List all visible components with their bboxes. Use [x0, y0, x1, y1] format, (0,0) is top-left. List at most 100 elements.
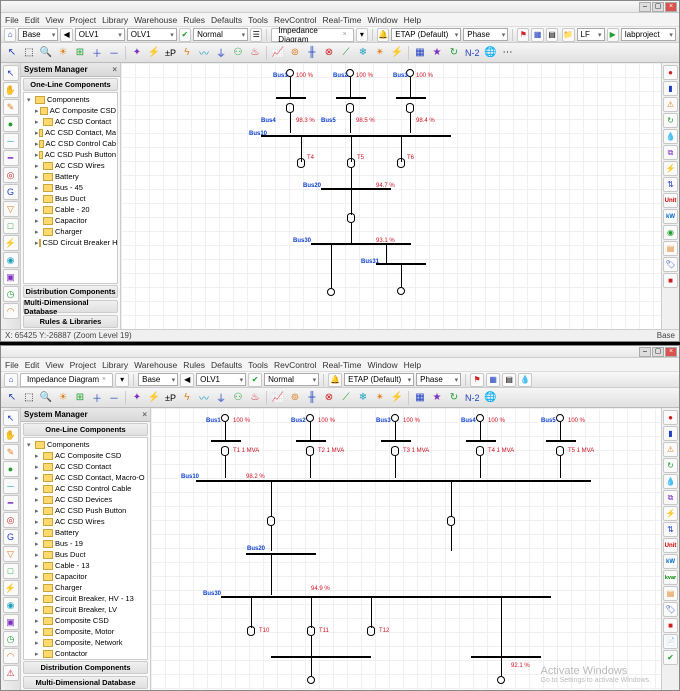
folder-icon[interactable]: 📁 — [562, 28, 574, 42]
tree-item[interactable]: Contactor — [55, 649, 88, 658]
normal-combo[interactable]: Normal — [264, 373, 319, 386]
bus[interactable] — [546, 440, 576, 442]
capacitor-icon[interactable]: ╫ — [304, 390, 320, 406]
main-bus[interactable] — [261, 135, 451, 137]
rb-sync-icon[interactable]: ↻ — [663, 458, 678, 473]
transformer[interactable] — [406, 103, 414, 113]
bus[interactable] — [466, 440, 496, 442]
bus[interactable] — [336, 97, 366, 99]
section-distribution[interactable]: Distribution Components — [23, 661, 148, 674]
base-combo[interactable]: Base — [18, 28, 58, 41]
lf-combo[interactable]: LF — [577, 28, 605, 41]
rb-tag-icon[interactable]: 🏷 — [663, 602, 678, 617]
rb-drop-icon[interactable]: 💧 — [663, 474, 678, 489]
section-rules[interactable]: Rules & Libraries — [23, 315, 118, 328]
load-node[interactable] — [497, 676, 505, 684]
rb-bolt-icon[interactable]: ⚡ — [663, 161, 678, 176]
surge-icon[interactable]: ⚡ — [389, 390, 405, 406]
transformer[interactable] — [476, 446, 484, 456]
rb-filter-icon[interactable]: ⧉ — [663, 490, 678, 505]
gen-node[interactable] — [391, 414, 399, 422]
menu-view[interactable]: View — [45, 15, 63, 25]
compass-icon[interactable]: ✦ — [129, 45, 145, 61]
sb-meter-icon[interactable]: ◉ — [3, 597, 19, 613]
compass-icon[interactable]: ✦ — [129, 390, 145, 406]
zoom-area-icon[interactable]: ⬚ — [21, 45, 37, 61]
menu-tools[interactable]: Tools — [248, 360, 268, 370]
wave-icon[interactable]: 〰 — [196, 45, 212, 61]
component-tree-top[interactable]: ▾Components ▸AC Composite CSD ▸AC CSD Co… — [23, 92, 118, 284]
section-one-line[interactable]: One-Line Components — [23, 423, 148, 436]
menu-file[interactable]: File — [5, 15, 19, 25]
fire-icon[interactable]: ♨ — [247, 45, 263, 61]
sb-draw-icon[interactable]: ✎ — [3, 444, 19, 460]
sun-icon[interactable]: ☀ — [55, 45, 71, 61]
rb-sync-icon[interactable]: ↻ — [663, 113, 678, 128]
menu-defaults[interactable]: Defaults — [211, 360, 242, 370]
snowflake-icon[interactable]: ❄ — [355, 390, 371, 406]
rb-flow-icon[interactable]: ⇅ — [663, 522, 678, 537]
menu-rules[interactable]: Rules — [183, 15, 205, 25]
transformer[interactable] — [307, 626, 315, 636]
cursor-icon[interactable]: ↖ — [4, 45, 20, 61]
transformer[interactable] — [397, 158, 405, 168]
alert-icon[interactable]: ⚑ — [470, 373, 484, 387]
layout-icon[interactable]: ▦ — [531, 28, 543, 42]
grid-icon[interactable]: ▦ — [412, 390, 428, 406]
rb-ok-icon[interactable]: ✔ — [663, 650, 678, 665]
sb-xfmr-icon[interactable]: ◎ — [3, 512, 19, 528]
menu-library[interactable]: Library — [102, 360, 128, 370]
phase-combo[interactable]: Phase — [416, 373, 461, 386]
sb-clock-icon[interactable]: ◷ — [3, 631, 19, 647]
tree-item[interactable]: AC CSD Contact, Ma — [45, 128, 116, 137]
section-distribution[interactable]: Distribution Components — [23, 285, 118, 298]
olv-combo-b[interactable]: OLV1 — [127, 28, 177, 41]
tree-icon[interactable]: ⊞ — [72, 45, 88, 61]
nav-back-icon[interactable]: ◀ — [180, 373, 194, 387]
tree-item[interactable]: AC CSD Control Cable — [55, 484, 131, 493]
sb-xfmr-icon[interactable]: ◎ — [3, 167, 19, 183]
rb-record-icon[interactable]: ● — [663, 410, 678, 425]
check-icon[interactable]: ✔ — [179, 28, 191, 42]
zoom-in-icon[interactable]: ＋ — [89, 45, 105, 61]
etap-default-combo[interactable]: ETAP (Default) — [391, 28, 461, 41]
sb-gen-icon[interactable]: G — [3, 529, 19, 545]
rb-meter2-icon[interactable]: ◉ — [663, 225, 678, 240]
tree-item[interactable]: AC CSD Devices — [55, 495, 112, 504]
bell-icon[interactable]: 🔔 — [328, 373, 342, 387]
transformer[interactable] — [221, 446, 229, 456]
tree-item[interactable]: AC Composite CSD — [55, 451, 121, 460]
load-node[interactable] — [327, 288, 335, 296]
zoom-out-icon[interactable]: － — [106, 390, 122, 406]
sb-bus-icon[interactable]: ━ — [3, 495, 19, 511]
tree-item[interactable]: Composite, Motor — [55, 627, 114, 636]
plug-icon[interactable]: ⚇ — [230, 45, 246, 61]
fire-icon[interactable]: ♨ — [247, 390, 263, 406]
rb-unit-label[interactable]: Unit — [663, 538, 678, 553]
sb-node-icon[interactable]: ● — [3, 461, 19, 477]
section-one-line[interactable]: One-Line Components — [23, 78, 118, 91]
tree-item[interactable]: AC CSD Contact — [55, 462, 111, 471]
star-icon[interactable]: ★ — [429, 45, 445, 61]
sun-icon[interactable]: ☀ — [55, 390, 71, 406]
section-mdb[interactable]: Multi-Dimensional Database — [23, 300, 118, 313]
rb-sheet-icon[interactable]: ▤ — [663, 586, 678, 601]
sb-panel-icon[interactable]: ▣ — [3, 269, 19, 285]
menu-realtime[interactable]: Real-Time — [323, 360, 362, 370]
nav-back-icon[interactable]: ◀ — [60, 28, 72, 42]
section-mdb[interactable]: Multi-Dimensional Database — [23, 676, 148, 689]
sb-hazard-icon[interactable]: ⚠ — [3, 665, 19, 681]
cursor-icon[interactable]: ↖ — [4, 390, 20, 406]
olv-combo[interactable]: OLV1 — [196, 373, 246, 386]
impedance-diagram-tab[interactable]: Impedance Diagram× — [20, 373, 113, 387]
normal-combo[interactable]: Normal — [193, 28, 248, 41]
lightning-icon[interactable]: ⚡ — [146, 390, 162, 406]
rb-flow-icon[interactable]: ⇅ — [663, 177, 678, 192]
gen-node[interactable] — [306, 414, 314, 422]
menu-warehouse[interactable]: Warehouse — [134, 360, 177, 370]
tree-item[interactable]: AC CSD Push Button — [55, 506, 126, 515]
tree-icon[interactable]: ⊞ — [72, 390, 88, 406]
sb-load-icon[interactable]: ▽ — [3, 201, 19, 217]
bus[interactable] — [381, 440, 411, 442]
sb-hand-icon[interactable]: ✋ — [3, 82, 19, 98]
